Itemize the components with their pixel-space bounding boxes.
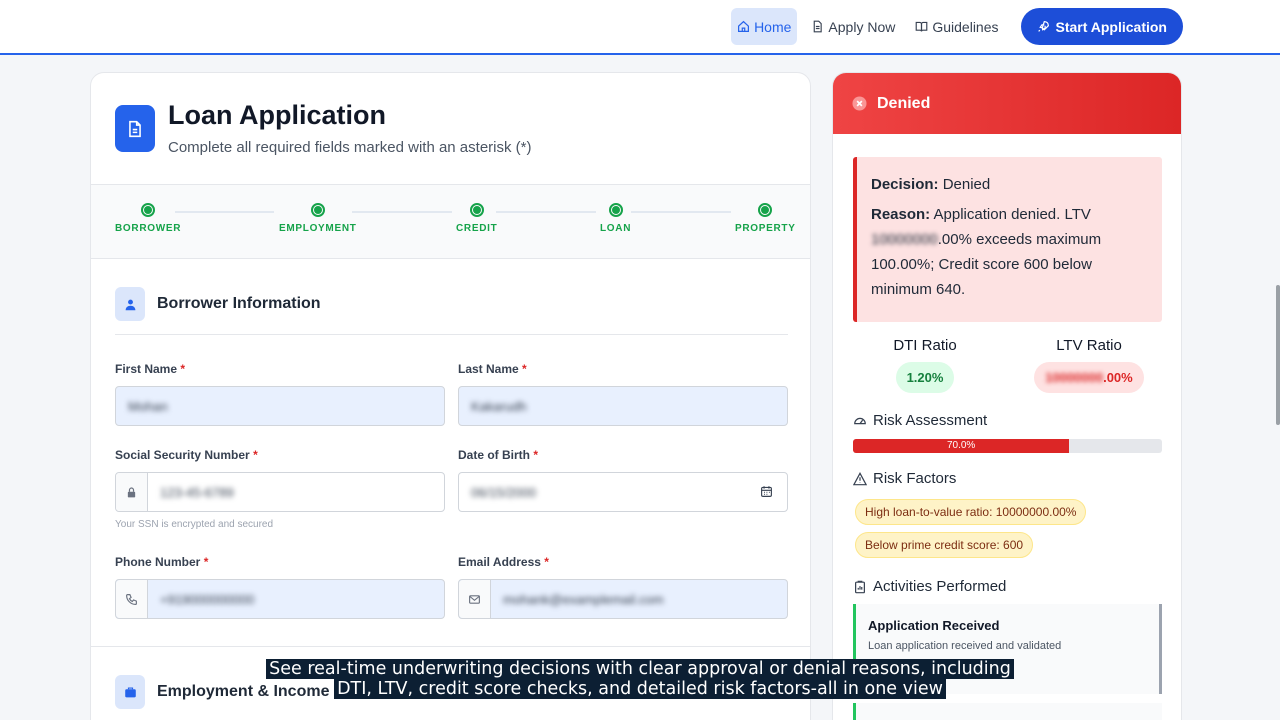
calendar-icon[interactable]: [760, 485, 773, 501]
dob-label: Date of Birth: [458, 448, 530, 462]
nav-apply-now[interactable]: Apply Now: [805, 8, 901, 45]
phone-icon: [116, 580, 148, 618]
gauge-icon: [854, 417, 866, 424]
ssn-input[interactable]: 123-45-6789: [115, 472, 445, 512]
ltv-ratio: LTV Ratio 10000000.00%: [1014, 337, 1164, 393]
decision-status-text: Denied: [877, 94, 931, 112]
loan-application-card: Loan Application Complete all required f…: [90, 72, 811, 720]
step-complete-icon: [310, 203, 325, 217]
step-employment[interactable]: EMPLOYMENT: [279, 203, 357, 234]
email-group: Email Address * mohank@examplemail.com: [458, 555, 788, 619]
step-complete-icon: [758, 203, 773, 217]
file-icon: [814, 20, 823, 33]
last-name-input[interactable]: Kakarudh: [458, 386, 788, 426]
borrower-section-header: Borrower Information: [115, 287, 321, 321]
risk-factor-tag: High loan-to-value ratio: 10000000.00%: [855, 499, 1087, 525]
dti-value-badge: 1.20%: [895, 362, 955, 393]
dob-group: Date of Birth * 06/15/2000: [458, 448, 788, 512]
start-application-button[interactable]: Start Application: [1020, 8, 1183, 45]
rocket-icon: [1037, 21, 1049, 32]
progress-stepper: BORROWER EMPLOYMENT CREDIT LOAN PROPERTY: [91, 185, 810, 259]
x-circle-icon: [852, 96, 867, 111]
reason-text: Application denied. LTV: [933, 206, 1091, 223]
email-label: Email Address: [458, 555, 541, 569]
step-connector: [352, 211, 452, 213]
step-complete-icon: [469, 203, 484, 217]
decision-status-header: Denied: [833, 73, 1181, 134]
risk-progress-bar: 70.0%: [853, 439, 1162, 453]
activity-item: [853, 703, 1162, 720]
phone-label: Phone Number: [115, 555, 201, 569]
risk-factors-heading: Risk Factors: [853, 470, 956, 487]
activities-heading: Activities Performed: [853, 578, 1006, 595]
step-property[interactable]: PROPERTY: [735, 203, 796, 234]
last-name-label: Last Name: [458, 362, 519, 376]
section-divider: [115, 334, 788, 335]
ssn-group: Social Security Number * 123-45-6789 You…: [115, 448, 445, 530]
step-connector: [496, 211, 596, 213]
dti-ratio: DTI Ratio 1.20%: [850, 337, 1000, 393]
step-complete-icon: [141, 203, 156, 217]
phone-group: Phone Number * +919000000000: [115, 555, 445, 619]
nav-menu: Home Apply Now Guidelines Start Applicat…: [731, 8, 1183, 45]
step-borrower[interactable]: BORROWER: [115, 203, 181, 234]
borrower-section-title: Borrower Information: [157, 295, 321, 312]
envelope-icon: [459, 580, 491, 618]
document-icon: [115, 105, 155, 152]
ssn-help-text: Your SSN is encrypted and secured: [115, 519, 274, 530]
email-input[interactable]: mohank@examplemail.com: [458, 579, 788, 619]
risk-progress-fill: 70.0%: [853, 439, 1070, 453]
user-icon: [115, 287, 145, 321]
first-name-label: First Name: [115, 362, 178, 376]
top-navbar: Home Apply Now Guidelines Start Applicat…: [0, 0, 1280, 55]
decision-card: Denied Decision: Denied Reason: Applicat…: [832, 72, 1182, 720]
section-divider: [91, 646, 810, 647]
dob-input[interactable]: 06/15/2000: [458, 472, 788, 512]
risk-factor-tag: Below prime credit score: 600: [855, 532, 1034, 558]
home-icon: [738, 20, 750, 32]
step-connector: [175, 211, 274, 213]
step-credit[interactable]: CREDIT: [456, 203, 497, 234]
decision-value: Denied: [942, 176, 991, 193]
nav-home[interactable]: Home: [731, 8, 798, 45]
step-loan[interactable]: LOAN: [600, 203, 631, 234]
last-name-group: Last Name * Kakarudh: [458, 362, 788, 426]
ssn-label: Social Security Number: [115, 448, 250, 462]
lock-icon: [116, 473, 148, 511]
step-complete-icon: [608, 203, 623, 217]
step-connector: [631, 211, 731, 213]
page-title: Loan Application: [168, 100, 386, 130]
first-name-input[interactable]: Mohan: [115, 386, 445, 426]
decision-reason-box: Decision: Denied Reason: Application den…: [853, 157, 1162, 322]
phone-input[interactable]: +919000000000: [115, 579, 445, 619]
first-name-group: First Name * Mohan: [115, 362, 445, 426]
nav-guidelines[interactable]: Guidelines: [909, 8, 1004, 45]
page-subtitle: Complete all required fields marked with…: [168, 139, 532, 156]
ltv-value-badge: 10000000.00%: [1034, 362, 1144, 393]
risk-assessment-heading: Risk Assessment: [853, 412, 987, 429]
book-icon: [915, 21, 928, 32]
form-header: Loan Application Complete all required f…: [91, 73, 810, 185]
page-scrollbar[interactable]: [1276, 285, 1280, 425]
warning-icon: [853, 471, 867, 485]
video-caption: See real-time underwriting decisions wit…: [0, 659, 1280, 699]
clipboard-icon: [855, 580, 865, 593]
